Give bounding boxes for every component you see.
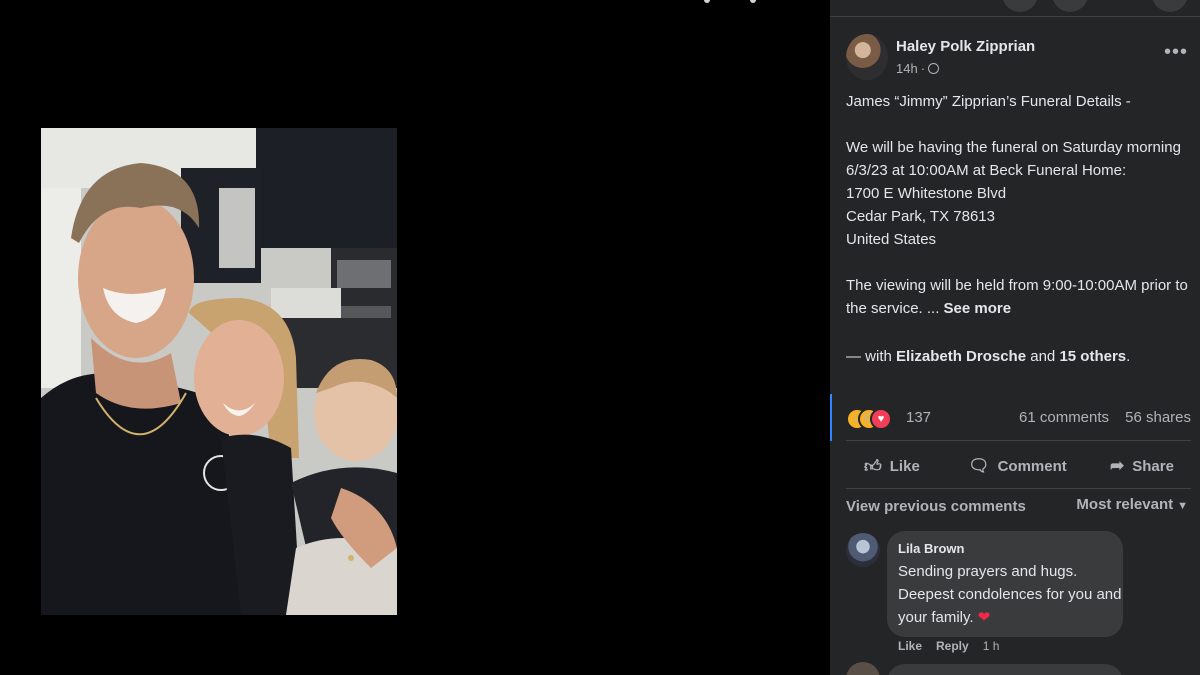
comment-label: Comment <box>997 457 1067 475</box>
viewer-top-indicator <box>700 0 760 6</box>
with-conj: and <box>1030 348 1056 365</box>
comment-bubble: Lila Brown Sending prayers and hugs. Dee… <box>887 531 1123 637</box>
like-button[interactable]: 👍︎ Like <box>864 447 920 485</box>
comment-icon: 🗨︎ <box>968 456 990 475</box>
post-side-panel: Haley Polk Zipprian 14h · ••• James “Jim… <box>830 0 1200 675</box>
reaction-icons[interactable]: ☺ ☹ ♥ <box>846 408 904 430</box>
comment-actions: Like Reply 1 h <box>898 639 999 653</box>
comment-text-body: Sending prayers and hugs. Deepest condol… <box>898 563 1122 626</box>
tagged-others-link[interactable]: 15 others <box>1059 348 1126 365</box>
reaction-count[interactable]: 137 <box>906 409 931 426</box>
commenter-avatar[interactable] <box>846 533 880 567</box>
messenger-button[interactable] <box>1002 0 1038 12</box>
heart-icon: ❤ <box>977 609 991 626</box>
author-avatar[interactable] <box>846 34 888 80</box>
post-photo[interactable] <box>41 128 397 615</box>
account-button[interactable] <box>1152 0 1188 12</box>
comments-count[interactable]: 61 comments <box>1019 409 1109 426</box>
notifications-button[interactable] <box>1052 0 1088 12</box>
post-address-line1: 1700 E Whitestone Blvd <box>846 185 1007 202</box>
post-paragraph-viewing: The viewing will be held from 9:00-10:00… <box>846 274 1194 320</box>
like-label: Like <box>889 457 920 475</box>
comment-text: Sending prayers and hugs. Deepest condol… <box>898 560 1123 629</box>
comment-button[interactable]: 🗨︎ Comment <box>968 447 1067 485</box>
post-meta: 14h · <box>896 61 940 76</box>
with-prefix: — with <box>846 348 892 365</box>
comment-sort-dropdown[interactable]: Most relevant ▼ <box>1076 496 1188 513</box>
photo-viewer <box>0 0 830 675</box>
post-time[interactable]: 14h <box>896 61 918 76</box>
photo-illustration <box>41 128 397 615</box>
next-comment-bubble <box>887 664 1123 675</box>
shares-count[interactable]: 56 shares <box>1125 409 1191 426</box>
post-title-line: James “Jimmy” Zipprian’s Funeral Details… <box>846 93 1131 110</box>
author-name[interactable]: Haley Polk Zipprian <box>896 38 1035 55</box>
share-button[interactable]: ➦ Share <box>1110 447 1174 485</box>
view-previous-comments[interactable]: View previous comments <box>846 498 1026 515</box>
commenter-name[interactable]: Lila Brown <box>898 541 964 556</box>
meta-separator: · <box>920 61 926 76</box>
sort-label: Most relevant <box>1076 496 1174 513</box>
post-header: Haley Polk Zipprian 14h · ••• <box>846 34 1191 82</box>
next-commenter-avatar[interactable] <box>846 662 880 675</box>
comment-like-button[interactable]: Like <box>898 639 922 653</box>
post-address-line2: Cedar Park, TX 78613 <box>846 208 995 225</box>
caret-down-icon: ▼ <box>1177 500 1188 512</box>
tagged-people: — with Elizabeth Drosche and 15 others. <box>846 348 1130 365</box>
panel-top-bar <box>830 0 1200 17</box>
scroll-accent <box>830 394 832 441</box>
post-address-line3: United States <box>846 231 937 248</box>
post-body: James “Jimmy” Zipprian’s Funeral Details… <box>846 90 1194 320</box>
share-label: Share <box>1132 457 1174 475</box>
more-horizontal-icon[interactable]: ••• <box>1161 40 1191 70</box>
comment-reply-button[interactable]: Reply <box>936 639 969 653</box>
divider-top <box>846 440 1191 441</box>
post-viewing-text: The viewing will be held from 9:00-10:00… <box>846 277 1188 317</box>
comment-time[interactable]: 1 h <box>983 639 1000 653</box>
post-paragraph-funeral: We will be having the funeral on Saturda… <box>846 139 1181 179</box>
reaction-summary: ☺ ☹ ♥ 137 61 comments 56 shares <box>846 406 1191 430</box>
share-icon: ➦ <box>1110 456 1125 475</box>
post-actions: 👍︎ Like 🗨︎ Comment ➦ Share <box>846 447 1191 485</box>
globe-icon[interactable] <box>928 63 940 74</box>
love-icon: ♥ <box>870 408 892 430</box>
see-more-link[interactable]: See more <box>944 300 1012 317</box>
tagged-person-link[interactable]: Elizabeth Drosche <box>896 348 1026 365</box>
with-suffix: . <box>1126 348 1131 365</box>
next-comment-partial <box>846 662 1191 675</box>
thumbs-up-icon: 👍︎ <box>864 456 882 476</box>
divider-bottom <box>846 488 1191 489</box>
